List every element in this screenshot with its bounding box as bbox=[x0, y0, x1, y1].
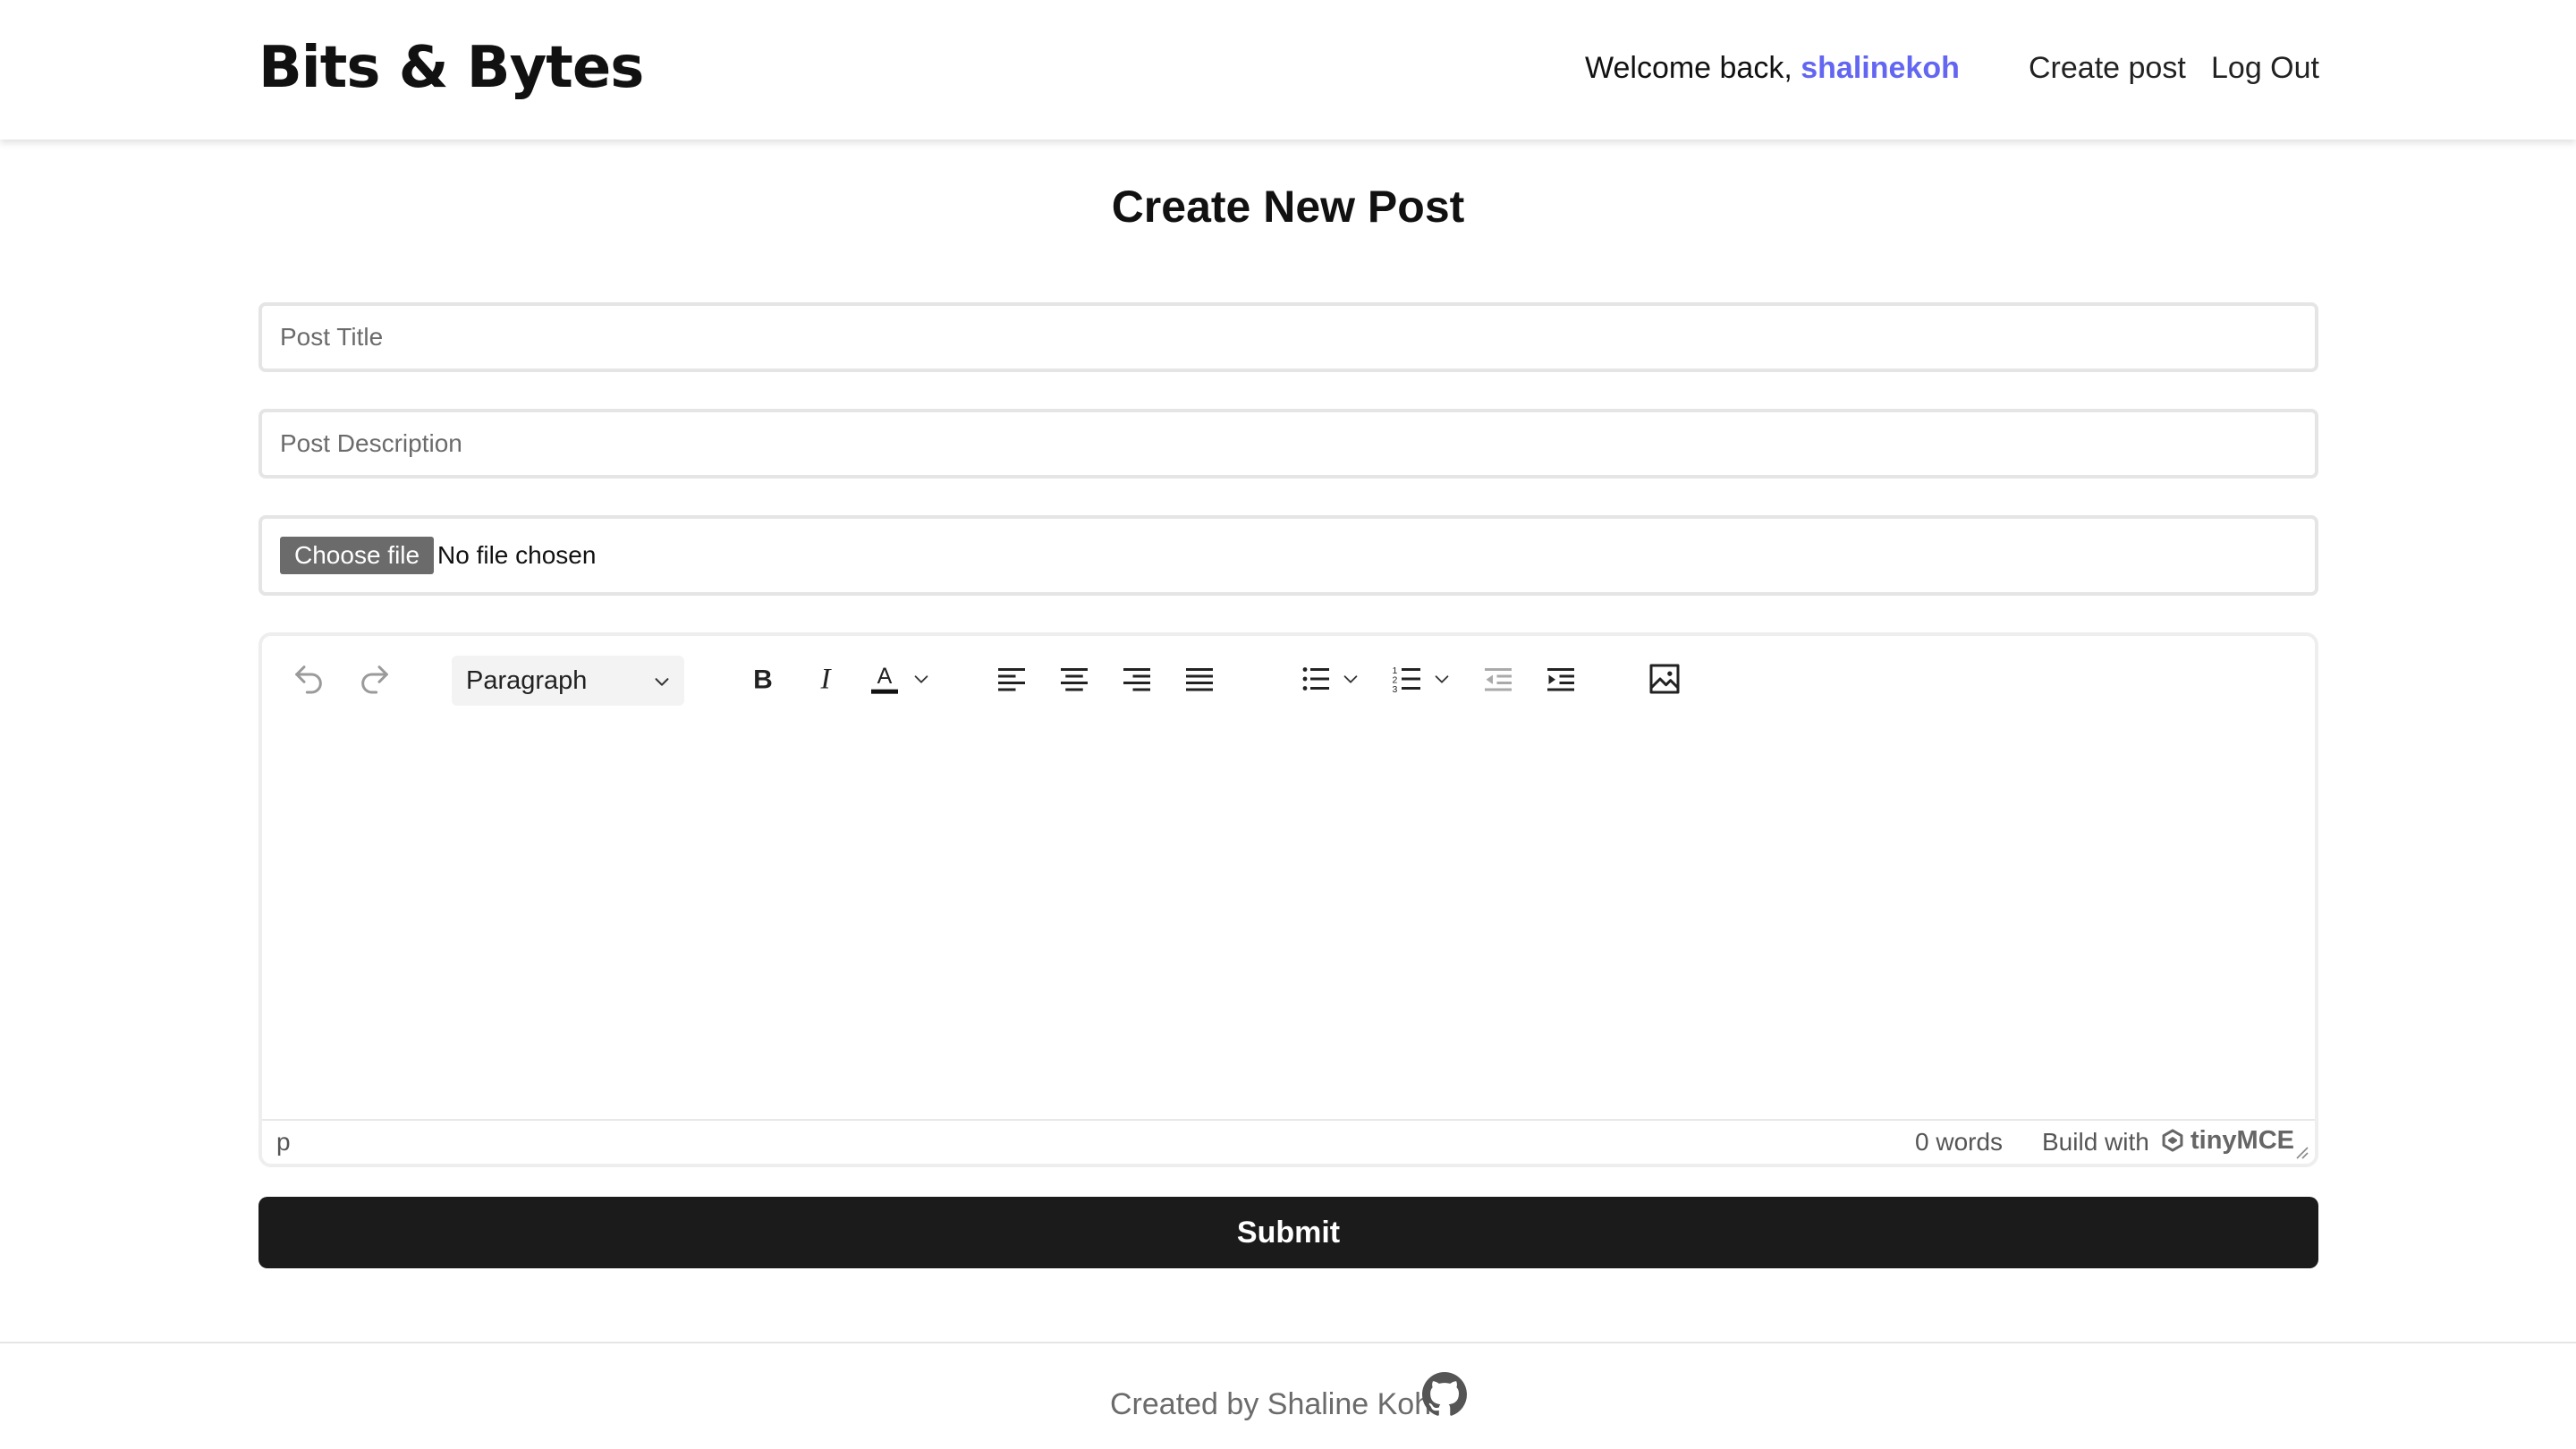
italic-icon[interactable]: I bbox=[804, 657, 847, 700]
github-icon[interactable] bbox=[1422, 1372, 1467, 1417]
chevron-down-icon bbox=[652, 672, 672, 696]
indent-icon-placeholder bbox=[1734, 657, 1777, 700]
editor-toolbar: Paragraph B I A 1 2 3 bbox=[262, 636, 2315, 722]
tinymce-brand[interactable]: tinyMCE bbox=[2190, 1124, 2294, 1157]
undo-icon[interactable] bbox=[287, 657, 330, 700]
align-right-icon[interactable] bbox=[1115, 657, 1158, 700]
post-title-input[interactable] bbox=[262, 306, 2315, 369]
choose-file-button[interactable]: Choose file bbox=[280, 537, 435, 574]
align-left-icon[interactable] bbox=[990, 657, 1033, 700]
indent-icon[interactable] bbox=[1539, 657, 1582, 700]
svg-text:A: A bbox=[877, 664, 893, 689]
text-color-chevron-icon[interactable] bbox=[908, 657, 935, 700]
username-link[interactable]: shalinekoh bbox=[1801, 51, 1960, 85]
build-with-label[interactable]: Build with bbox=[2042, 1126, 2149, 1158]
block-format-label: Paragraph bbox=[466, 666, 588, 695]
footer-credit: Created by Shaline Koh bbox=[1110, 1387, 1432, 1421]
post-description-field bbox=[258, 409, 2318, 479]
post-title-field bbox=[258, 302, 2318, 372]
site-logo[interactable]: Bits & Bytes bbox=[258, 32, 644, 104]
svg-text:3: 3 bbox=[1393, 684, 1398, 695]
tinymce-logo-icon[interactable] bbox=[2160, 1128, 2185, 1153]
outdent-icon[interactable] bbox=[1477, 657, 1520, 700]
welcome-prefix: Welcome back, bbox=[1585, 51, 1801, 85]
svg-text:B: B bbox=[753, 665, 773, 695]
element-path[interactable]: p bbox=[276, 1126, 291, 1158]
submit-button[interactable]: Submit bbox=[258, 1197, 2318, 1268]
page-title: Create New Post bbox=[1111, 182, 1465, 232]
editor-content-area[interactable] bbox=[262, 722, 2315, 1124]
align-center-icon[interactable] bbox=[1053, 657, 1096, 700]
align-justify-icon[interactable] bbox=[1178, 657, 1221, 700]
resize-handle-icon[interactable] bbox=[2292, 1142, 2309, 1160]
svg-text:I: I bbox=[820, 664, 833, 696]
numbered-list-chevron-icon[interactable] bbox=[1428, 657, 1455, 700]
site-header: Bits & Bytes Welcome back, shalinekoh Cr… bbox=[0, 0, 2576, 140]
block-format-select[interactable]: Paragraph bbox=[452, 656, 684, 706]
post-description-input[interactable] bbox=[262, 412, 2315, 475]
bold-icon[interactable]: B bbox=[741, 657, 784, 700]
rich-text-editor: Paragraph B I A 1 2 3 p 0 words Build wi… bbox=[258, 632, 2318, 1167]
numbered-list-icon[interactable]: 123 bbox=[1385, 657, 1428, 700]
file-status-text: No file chosen bbox=[437, 541, 597, 569]
text-color-icon[interactable]: A bbox=[863, 657, 906, 700]
bullet-list-chevron-icon[interactable] bbox=[1337, 657, 1364, 700]
nav-create-post-link[interactable]: Create post bbox=[2029, 47, 2186, 89]
redo-icon[interactable] bbox=[353, 657, 396, 700]
word-count[interactable]: 0 words bbox=[1915, 1126, 2003, 1158]
file-upload-field: Choose file No file chosen bbox=[258, 515, 2318, 596]
nav-log-out-link[interactable]: Log Out bbox=[2211, 47, 2319, 89]
bullet-list-icon[interactable] bbox=[1294, 657, 1337, 700]
image-icon[interactable] bbox=[1643, 657, 1686, 700]
welcome-message: Welcome back, shalinekoh bbox=[1585, 47, 1960, 89]
site-footer: Created by Shaline Koh bbox=[0, 1342, 2576, 1449]
editor-statusbar: p 0 words Build with tinyMCE bbox=[262, 1119, 2315, 1164]
